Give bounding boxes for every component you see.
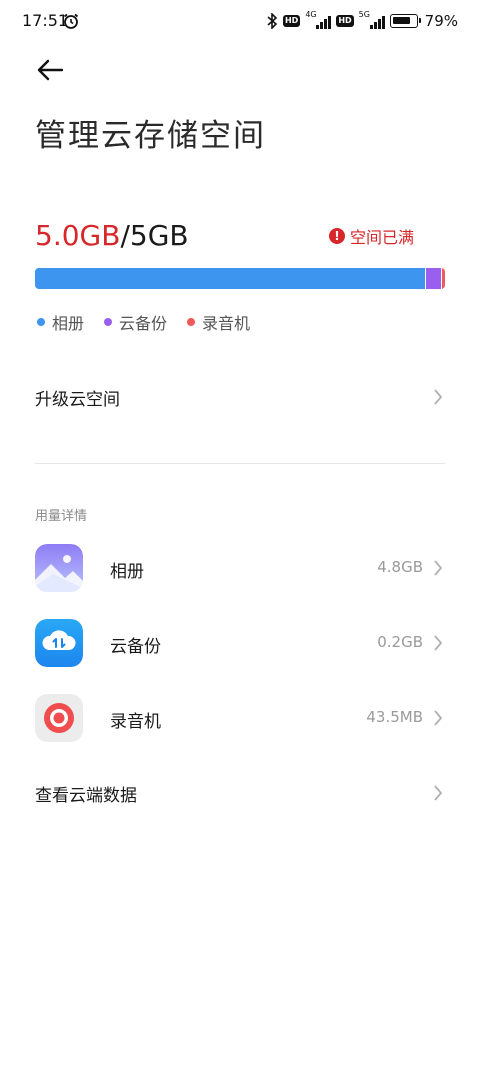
- usage-item-name: 录音机: [110, 712, 161, 732]
- network-type-1: 4G: [305, 10, 317, 19]
- view-cloud-data-label: 查看云端数据: [35, 785, 137, 806]
- alarm-icon: [63, 13, 79, 29]
- chevron-right-icon: [434, 785, 443, 801]
- signal-icon: 5G: [358, 10, 385, 30]
- chevron-right-icon: [434, 710, 443, 726]
- gallery-icon: [35, 544, 83, 592]
- usage-item-size: 4.8GB: [377, 558, 423, 576]
- legend-dot: [104, 318, 113, 326]
- chevron-right-icon: [434, 389, 443, 405]
- used-storage: 5.0GB: [35, 219, 121, 252]
- upgrade-cloud-space-label: 升级云空间: [35, 389, 120, 410]
- bluetooth-icon: [267, 13, 278, 29]
- chevron-right-icon: [434, 635, 443, 651]
- storage-legend: 相册 云备份 录音机: [37, 310, 270, 334]
- signal-icon: 4G: [305, 10, 332, 30]
- legend-dot: [187, 318, 196, 326]
- legend-label: 云备份: [119, 314, 168, 333]
- hd-icon: HD: [282, 15, 301, 27]
- storage-segment-album: [35, 268, 425, 289]
- storage-segment-recorder: [440, 268, 445, 289]
- status-icons: HD 4G HD 5G 79%: [267, 10, 458, 31]
- storage-full-text: 空间已满: [349, 228, 414, 247]
- recorder-icon: [35, 694, 83, 742]
- legend-item-recorder: 录音机: [187, 310, 250, 334]
- alert-circle-icon: !: [328, 228, 345, 244]
- total-storage: 5GB: [129, 219, 189, 252]
- usage-item-size: 43.5MB: [366, 708, 423, 726]
- chevron-right-icon: [434, 560, 443, 576]
- arrow-left-icon[interactable]: [34, 56, 66, 84]
- battery-icon: [389, 14, 421, 28]
- usage-item-name: 云备份: [110, 637, 161, 657]
- usage-details-label: 用量详情: [35, 509, 88, 524]
- status-bar: 17:51 HD 4G HD 5G 79%: [0, 0, 480, 44]
- page-title: 管理云存储空间: [35, 118, 266, 154]
- storage-usage: 5.0GB/5GB: [35, 218, 189, 254]
- usage-separator: /: [120, 219, 130, 252]
- storage-full-badge: ! 空间已满: [328, 224, 414, 248]
- divider: [35, 463, 445, 464]
- usage-item-album[interactable]: 相册 4.8GB: [35, 544, 445, 592]
- legend-item-cloud-backup: 云备份: [104, 310, 167, 334]
- legend-label: 录音机: [202, 314, 251, 333]
- usage-item-size: 0.2GB: [377, 633, 423, 651]
- upgrade-cloud-space-row[interactable]: 升级云空间: [35, 384, 445, 410]
- battery-percent: 79%: [424, 12, 458, 30]
- legend-label: 相册: [52, 314, 85, 333]
- legend-dot: [37, 318, 45, 326]
- battery-fill: [392, 17, 410, 24]
- usage-item-recorder[interactable]: 录音机 43.5MB: [35, 694, 445, 742]
- network-type-2: 5G: [358, 10, 370, 19]
- legend-item-album: 相册: [37, 310, 84, 334]
- view-cloud-data-row[interactable]: 查看云端数据: [35, 780, 445, 806]
- hd-icon: HD: [336, 15, 354, 27]
- usage-item-name: 相册: [110, 562, 144, 582]
- storage-bar: [35, 268, 445, 289]
- cloud-backup-icon: [35, 619, 83, 667]
- storage-segment-cloud-backup: [424, 268, 441, 289]
- usage-item-cloud-backup[interactable]: 云备份 0.2GB: [35, 619, 445, 667]
